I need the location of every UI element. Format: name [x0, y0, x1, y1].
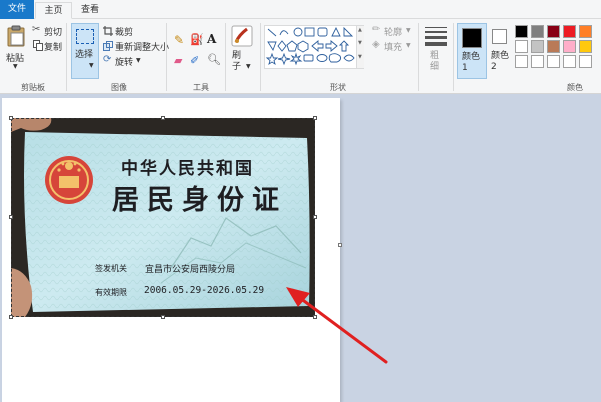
outline-label: 轮廓	[384, 28, 403, 38]
selection-handle[interactable]	[9, 215, 13, 219]
paste-button[interactable]: 粘贴 ▼	[3, 23, 29, 75]
select-label: 选择	[75, 50, 94, 60]
shapes-gallery[interactable]: ▲ ▼ ▼	[264, 25, 364, 69]
selection-rect-icon	[76, 29, 94, 44]
outline-button[interactable]: ✏ 轮廓 ▼	[372, 24, 416, 38]
eraser-icon[interactable]: ▰	[174, 54, 182, 67]
copy-label: 复制	[44, 43, 63, 53]
cut-label: 剪切	[44, 28, 63, 38]
fill-bucket-icon[interactable]: ⛽	[190, 33, 204, 46]
palette-swatch[interactable]	[579, 25, 592, 38]
palette-swatch[interactable]	[515, 55, 528, 68]
divider	[453, 23, 454, 91]
tab-view[interactable]: 查看	[73, 2, 107, 19]
color2-button[interactable]: 颜色 2	[489, 23, 511, 79]
crop-button[interactable]: 裁剪	[103, 25, 163, 38]
brush-icon	[231, 25, 253, 47]
chevron-down-icon: ▼	[358, 40, 362, 46]
resize-label: 重新调整大小	[115, 43, 170, 53]
copy-icon	[33, 40, 43, 51]
clipboard-group-label: 剪贴板	[21, 83, 45, 92]
line-weight-icon	[425, 27, 447, 46]
chevron-down-icon: ▼	[406, 27, 411, 34]
rotate-button[interactable]: ⟳ 旋转 ▼	[103, 54, 143, 68]
red-arrow-icon	[286, 287, 388, 364]
palette-swatch[interactable]	[563, 40, 576, 53]
divider	[66, 23, 67, 91]
rotate-label: 旋转	[115, 58, 134, 68]
color2-swatch	[492, 29, 507, 44]
selection-handle[interactable]	[161, 315, 165, 319]
palette-swatch[interactable]	[547, 55, 560, 68]
resize-icon	[103, 41, 113, 51]
chevron-down-icon: ▼	[89, 62, 94, 69]
fill-button[interactable]: ◈ 填充 ▼	[372, 39, 416, 53]
cut-button[interactable]: ✂ 剪切	[32, 24, 64, 38]
palette-swatch[interactable]	[547, 40, 560, 53]
palette-swatch[interactable]	[531, 40, 544, 53]
palette-swatch[interactable]	[531, 25, 544, 38]
selection-handle[interactable]	[9, 116, 13, 120]
color1-button[interactable]: 颜色 1	[457, 23, 487, 79]
chevron-down-icon: ▼	[406, 42, 411, 49]
chevron-down-icon: ▼	[13, 63, 18, 70]
brushes-label: 刷子	[232, 51, 242, 72]
shapes-icon	[265, 26, 355, 66]
color2-label: 颜色 2	[491, 51, 510, 72]
chevron-up-icon: ▲	[358, 27, 362, 33]
color1-swatch	[462, 28, 482, 48]
colors-group-label: 颜色	[567, 83, 583, 92]
size-label: 粗细	[430, 51, 440, 72]
clipboard-icon	[7, 25, 25, 47]
magnifier-icon[interactable]: 🔍︎	[207, 53, 221, 66]
chevron-down-icon: ▼	[136, 57, 141, 64]
copy-button[interactable]: 复制	[32, 40, 64, 53]
crop-label: 裁剪	[115, 28, 134, 38]
palette-swatch[interactable]	[515, 40, 528, 53]
tab-file[interactable]: 文件	[0, 0, 34, 19]
palette-swatch[interactable]	[531, 55, 544, 68]
chevron-down-icon: ▼	[246, 63, 251, 70]
tab-bar: 文件 主页 查看	[0, 0, 601, 19]
color-picker-icon[interactable]: ✐	[190, 54, 199, 67]
brushes-button[interactable]: 刷子 ▼	[228, 23, 256, 79]
expand-icon: ▼	[358, 54, 362, 60]
text-icon[interactable]: A	[207, 32, 216, 46]
selection-handle[interactable]	[161, 116, 165, 120]
palette-swatch[interactable]	[563, 55, 576, 68]
crop-icon	[103, 26, 113, 36]
select-button[interactable]: 选择 ▼	[71, 23, 99, 79]
divider	[418, 23, 419, 91]
canvas-resize-handle[interactable]	[338, 243, 342, 247]
canvas-workspace: 中华人民共和国 居民身份证 签发机关 宜昌市公安局西陵分局 有效期限 2006.…	[0, 95, 601, 402]
size-button[interactable]: 粗细	[422, 23, 450, 79]
divider	[166, 23, 167, 91]
palette-swatch[interactable]	[547, 25, 560, 38]
selection-handle[interactable]	[9, 315, 13, 319]
outline-icon: ✏	[372, 24, 381, 35]
divider	[260, 23, 261, 91]
image-group-label: 图像	[111, 83, 127, 92]
scissors-icon: ✂	[32, 24, 41, 35]
tab-home[interactable]: 主页	[35, 2, 72, 19]
gallery-scrollbar[interactable]: ▲ ▼ ▼	[356, 26, 364, 68]
ribbon: 粘贴 ▼ ✂ 剪切 复制 剪贴板 选择 ▼ 裁剪 重新调整大小 ⟳ 旋转 ▼ 图…	[0, 19, 601, 94]
palette-swatch[interactable]	[579, 40, 592, 53]
color1-label: 颜色 1	[462, 52, 481, 73]
divider	[225, 23, 226, 91]
selection-handle[interactable]	[313, 215, 317, 219]
shapes-group-label: 形状	[330, 83, 346, 92]
color-palette	[515, 25, 601, 73]
selection-handle[interactable]	[313, 116, 317, 120]
resize-button[interactable]: 重新调整大小	[103, 40, 169, 53]
selection-marquee[interactable]	[11, 118, 315, 317]
palette-swatch[interactable]	[563, 25, 576, 38]
palette-swatch[interactable]	[579, 55, 592, 68]
rotate-icon: ⟳	[103, 54, 112, 65]
tools-group-label: 工具	[193, 83, 209, 92]
pencil-icon[interactable]: ✎	[174, 33, 184, 47]
palette-swatch[interactable]	[515, 25, 528, 38]
fill-icon: ◈	[372, 39, 380, 50]
fill-label: 填充	[384, 43, 403, 53]
